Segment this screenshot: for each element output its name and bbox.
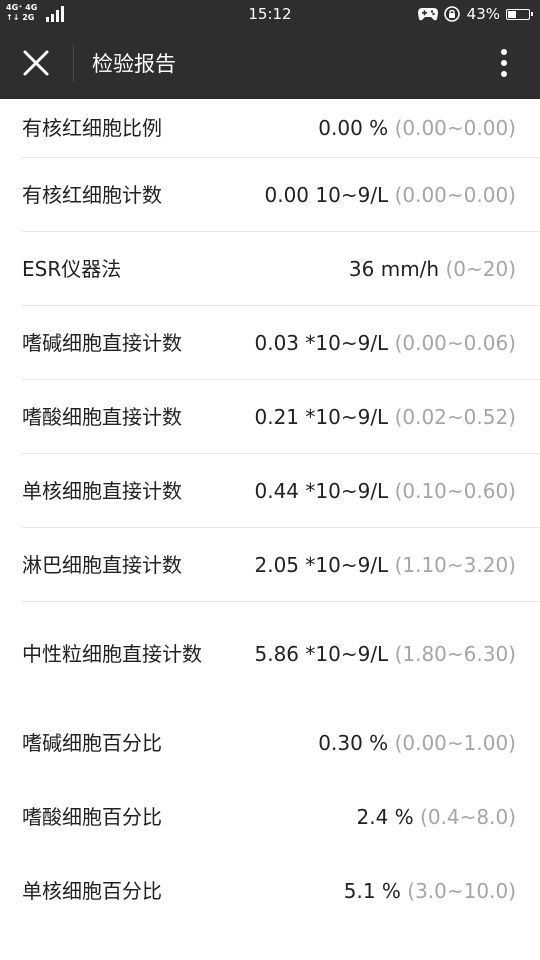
report-item-reference-range: (1.10~3.20) — [394, 552, 516, 577]
report-item-reference-range: (0.4~8.0) — [420, 805, 516, 829]
report-item-result: 36 mm/h (0~20) — [349, 254, 516, 284]
report-item-result: 0.21 *10~9/L (0.02~0.52) — [255, 402, 517, 432]
report-item-name: 淋巴细胞直接计数 — [22, 552, 182, 577]
battery-icon — [506, 8, 533, 20]
report-item-value: 0.30 % — [318, 731, 389, 755]
report-item-name: ESR仪器法 — [22, 256, 122, 281]
page-title: 检验报告 — [92, 52, 176, 76]
battery-percentage: 43% — [466, 5, 500, 23]
report-list: 有核红细胞比例 0.00 % (0.00~0.00) 有核红细胞计数 0.00 10~… — [0, 99, 540, 928]
report-row: 单核细胞直接计数 0.44 *10~9/L (0.10~0.60) — [22, 454, 540, 528]
report-item-value: 0.21 *10~9/L — [254, 404, 389, 429]
report-item-name: 嗜碱细胞直接计数 — [22, 330, 182, 355]
close-icon — [23, 50, 49, 76]
app-bar-divider — [73, 44, 74, 82]
report-item-reference-range: (0~20) — [445, 256, 516, 281]
status-icons: 43% — [417, 5, 533, 23]
report-item-reference-range: (0.10~0.60) — [394, 478, 516, 503]
more-options-button[interactable] — [482, 41, 526, 85]
report-item-result: 0.30 % (0.00~1.00) — [318, 728, 516, 758]
report-row: 单核细胞百分比 5.1 % (3.0~10.0) — [22, 854, 540, 928]
report-item-value: 5.86 *10~9/L — [254, 642, 389, 666]
close-button[interactable] — [12, 39, 60, 87]
report-item-name: 嗜酸细胞直接计数 — [22, 404, 182, 429]
report-item-reference-range: (0.00~0.00) — [394, 182, 516, 207]
report-row: 有核红细胞计数 0.00 10~9/L (0.00~0.00) — [22, 158, 540, 232]
report-item-reference-range: (0.00~1.00) — [394, 731, 516, 755]
report-item-result: 0.00 10~9/L (0.00~0.00) — [265, 180, 517, 210]
report-item-value: 2.4 % — [356, 805, 414, 829]
report-item-name: 嗜酸细胞百分比 — [22, 805, 162, 829]
report-item-value: 5.1 % — [343, 879, 401, 903]
report-item-value: 0.03 *10~9/L — [254, 330, 389, 355]
report-item-result: 5.86 *10~9/L (1.80~6.30) — [255, 639, 517, 669]
rotation-lock-icon — [443, 6, 460, 22]
report-item-result: 5.1 % (3.0~10.0) — [344, 876, 516, 906]
report-item-reference-range: (0.00~0.06) — [394, 330, 516, 355]
report-item-result: 0.44 *10~9/L (0.10~0.60) — [255, 476, 517, 506]
report-item-value: 2.05 *10~9/L — [254, 552, 389, 577]
report-item-name: 有核红细胞计数 — [22, 182, 162, 207]
battery-level — [508, 10, 516, 18]
report-item-reference-range: (3.0~10.0) — [407, 879, 516, 903]
report-row: 嗜碱细胞百分比 0.30 % (0.00~1.00) — [22, 706, 540, 780]
report-item-result: 2.05 *10~9/L (1.10~3.20) — [255, 550, 517, 580]
report-row: 有核红细胞比例 0.00 % (0.00~0.00) — [22, 99, 540, 158]
report-row: ESR仪器法 36 mm/h (0~20) — [22, 232, 540, 306]
report-item-reference-range: (0.02~0.52) — [394, 404, 516, 429]
report-item-name: 中性粒细胞直接计数 — [22, 642, 202, 666]
report-item-result: 0.00 % (0.00~0.00) — [318, 113, 516, 143]
report-item-reference-range: (0.00~0.00) — [394, 116, 516, 140]
status-bar: 4G⁺ 4G ↑↓ 2G 15:12 43% — [0, 0, 540, 28]
report-item-reference-range: (1.80~6.30) — [394, 642, 516, 666]
report-item-value: 0.00 10~9/L — [264, 182, 389, 207]
report-row: 中性粒细胞直接计数 5.86 *10~9/L (1.80~6.30) — [22, 602, 540, 706]
app-bar: 检验报告 — [0, 28, 540, 99]
report-item-name: 单核细胞百分比 — [22, 879, 162, 903]
game-controller-icon — [417, 8, 438, 21]
report-item-name: 有核红细胞比例 — [22, 116, 162, 140]
report-item-name: 单核细胞直接计数 — [22, 478, 182, 503]
report-item-name: 嗜碱细胞百分比 — [22, 731, 162, 755]
report-item-result: 0.03 *10~9/L (0.00~0.06) — [255, 328, 517, 358]
report-item-value: 0.00 % — [318, 116, 389, 140]
report-row: 嗜酸细胞直接计数 0.21 *10~9/L (0.02~0.52) — [22, 380, 540, 454]
report-row: 淋巴细胞直接计数 2.05 *10~9/L (1.10~3.20) — [22, 528, 540, 602]
report-row: 嗜碱细胞直接计数 0.03 *10~9/L (0.00~0.06) — [22, 306, 540, 380]
report-row: 嗜酸细胞百分比 2.4 % (0.4~8.0) — [22, 780, 540, 854]
report-item-value: 36 mm/h — [348, 256, 440, 281]
report-item-result: 2.4 % (0.4~8.0) — [356, 802, 516, 832]
report-item-value: 0.44 *10~9/L — [254, 478, 389, 503]
